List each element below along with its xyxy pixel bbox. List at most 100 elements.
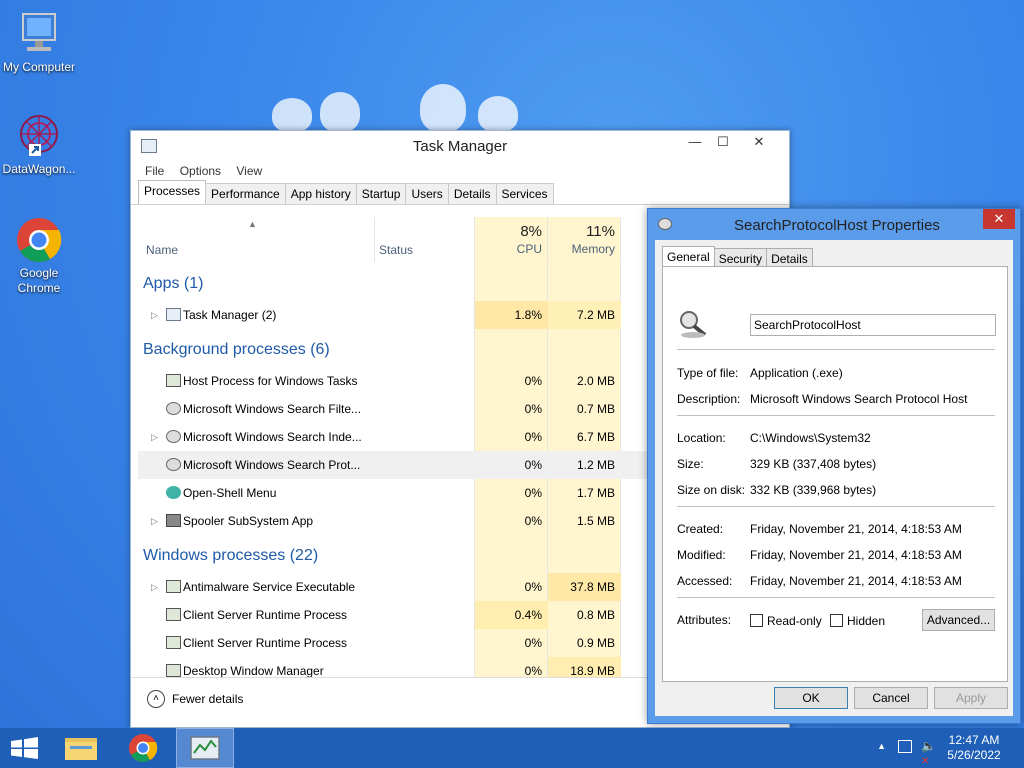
minimize-button[interactable]: —	[681, 131, 709, 153]
task-manager-icon	[190, 736, 220, 760]
modified-label: Modified:	[677, 548, 726, 562]
process-cpu: 0%	[524, 374, 542, 388]
size-value: 329 KB (337,408 bytes)	[750, 457, 877, 471]
ok-button[interactable]: OK	[774, 687, 848, 709]
column-header-status[interactable]: Status	[379, 243, 413, 257]
desktop-icon-datawagon[interactable]: DataWagon...	[0, 112, 78, 176]
dialog-title: SearchProtocolHost Properties	[734, 217, 940, 234]
task-manager-taskbar-button[interactable]	[176, 728, 234, 768]
process-name: Microsoft Windows Search Prot...	[183, 458, 361, 472]
close-button[interactable]: ✕	[745, 131, 773, 153]
file-icon	[677, 309, 709, 339]
process-memory: 7.2 MB	[548, 301, 621, 329]
file-name-input[interactable]	[750, 314, 996, 336]
window-process-icon	[166, 608, 181, 621]
tab-security[interactable]: Security	[713, 248, 768, 267]
clock[interactable]: 12:47 AM 5/26/2022	[942, 733, 1006, 763]
tab-services[interactable]: Services	[495, 183, 554, 204]
size-on-disk-label: Size on disk:	[677, 483, 746, 497]
tab-performance[interactable]: Performance	[205, 183, 286, 204]
process-cpu: 1.8%	[475, 301, 548, 329]
process-row-selected[interactable]: Microsoft Windows Search Prot... 0% 1.2 …	[138, 451, 649, 479]
process-cpu: 0%	[524, 458, 542, 472]
volume-muted-icon[interactable]: 🔈✕	[921, 739, 936, 767]
process-memory: 0.7 MB	[576, 402, 615, 416]
computer-icon	[15, 10, 63, 58]
apply-button[interactable]: Apply	[934, 687, 1008, 709]
separator	[677, 349, 995, 350]
tab-users[interactable]: Users	[405, 183, 449, 204]
tab-details[interactable]: Details	[766, 248, 813, 267]
accessed-label: Accessed:	[677, 574, 733, 588]
open-shell-icon	[166, 486, 181, 499]
process-name: Task Manager (2)	[183, 308, 277, 322]
menu-options[interactable]: Options	[180, 164, 221, 178]
menu-file[interactable]: File	[145, 164, 164, 178]
expand-icon[interactable]: ▷	[151, 423, 158, 451]
process-row[interactable]: Desktop Window Manager 0% 18.9 MB	[138, 657, 649, 677]
cancel-button[interactable]: Cancel	[854, 687, 928, 709]
chrome-icon	[15, 216, 63, 264]
dialog-close-button[interactable]: ✕	[983, 209, 1015, 229]
process-row[interactable]: Client Server Runtime Process 0.4% 0.8 M…	[138, 601, 649, 629]
advanced-button[interactable]: Advanced...	[922, 609, 995, 631]
column-header-memory[interactable]: 11% Memory	[548, 217, 621, 262]
maximize-button[interactable]: ☐	[709, 131, 737, 153]
group-header-apps[interactable]: Apps (1)	[138, 263, 649, 301]
file-explorer-taskbar-button[interactable]	[56, 728, 106, 768]
task-manager-title-bar[interactable]: Task Manager — ☐ ✕	[131, 131, 789, 161]
type-value: Application (.exe)	[750, 366, 843, 380]
desktop-icon-my-computer[interactable]: My Computer	[0, 10, 78, 74]
wallpaper-shape	[420, 84, 466, 132]
menu-view[interactable]: View	[236, 164, 262, 178]
process-memory: 37.8 MB	[548, 573, 621, 601]
group-header-windows[interactable]: Windows processes (22)	[138, 535, 649, 573]
show-hidden-icons-icon[interactable]: ▲	[877, 741, 886, 751]
group-name: Windows processes (22)	[143, 547, 319, 564]
process-row[interactable]: Microsoft Windows Search Filte... 0% 0.7…	[138, 395, 649, 423]
process-row[interactable]: ▷ Antimalware Service Executable 0% 37.8…	[138, 573, 649, 601]
hidden-checkbox[interactable]	[830, 614, 843, 627]
process-name: Client Server Runtime Process	[183, 608, 348, 622]
window-process-icon	[166, 374, 181, 387]
group-name: Background processes (6)	[143, 341, 330, 358]
read-only-label[interactable]: Read-only	[767, 614, 822, 628]
group-name: Apps (1)	[143, 275, 204, 292]
chrome-taskbar-button[interactable]	[118, 728, 168, 768]
wallpaper-shape	[320, 92, 360, 132]
column-header-name[interactable]: Name	[146, 243, 178, 257]
description-value: Microsoft Windows Search Protocol Host	[750, 392, 968, 406]
tab-app-history[interactable]: App history	[284, 183, 357, 204]
process-row[interactable]: Host Process for Windows Tasks 0% 2.0 MB	[138, 367, 649, 395]
hidden-label[interactable]: Hidden	[847, 614, 885, 628]
tab-details[interactable]: Details	[447, 183, 497, 204]
tab-startup[interactable]: Startup	[355, 183, 407, 204]
wallpaper-shape	[478, 96, 518, 132]
folder-icon	[65, 738, 97, 760]
process-row[interactable]: Open-Shell Menu 0% 1.7 MB	[138, 479, 649, 507]
process-row[interactable]: Client Server Runtime Process 0% 0.9 MB	[138, 629, 649, 657]
process-row[interactable]: ▷ Microsoft Windows Search Inde... 0% 6.…	[138, 423, 649, 451]
search-process-icon	[166, 402, 181, 415]
tab-general[interactable]: General	[662, 246, 715, 267]
process-name: Microsoft Windows Search Inde...	[183, 430, 362, 444]
read-only-checkbox[interactable]	[750, 614, 763, 627]
group-header-background[interactable]: Background processes (6)	[138, 329, 649, 367]
tab-processes[interactable]: Processes	[138, 180, 207, 204]
expand-icon[interactable]: ▷	[151, 573, 158, 601]
expand-icon[interactable]: ▷	[151, 507, 158, 535]
expand-icon[interactable]: ▷	[151, 301, 158, 329]
column-header-cpu[interactable]: 8% CPU	[475, 217, 548, 262]
dialog-title-bar[interactable]: SearchProtocolHost Properties ✕	[648, 209, 1020, 240]
chevron-up-icon[interactable]: ˄	[147, 690, 165, 708]
start-button[interactable]	[0, 728, 50, 768]
wallpaper-shape	[272, 98, 312, 132]
windows-logo-icon	[11, 737, 38, 759]
process-name: Antimalware Service Executable	[183, 580, 356, 594]
fewer-details-link[interactable]: Fewer details	[172, 692, 243, 706]
desktop-icon-google-chrome[interactable]: Google Chrome	[0, 216, 78, 296]
network-icon[interactable]	[898, 740, 912, 753]
process-row[interactable]: ▷ Task Manager (2) 1.8% 7.2 MB	[138, 301, 649, 329]
process-row[interactable]: ▷ Spooler SubSystem App 0% 1.5 MB	[138, 507, 649, 535]
process-cpu: 0%	[524, 486, 542, 500]
